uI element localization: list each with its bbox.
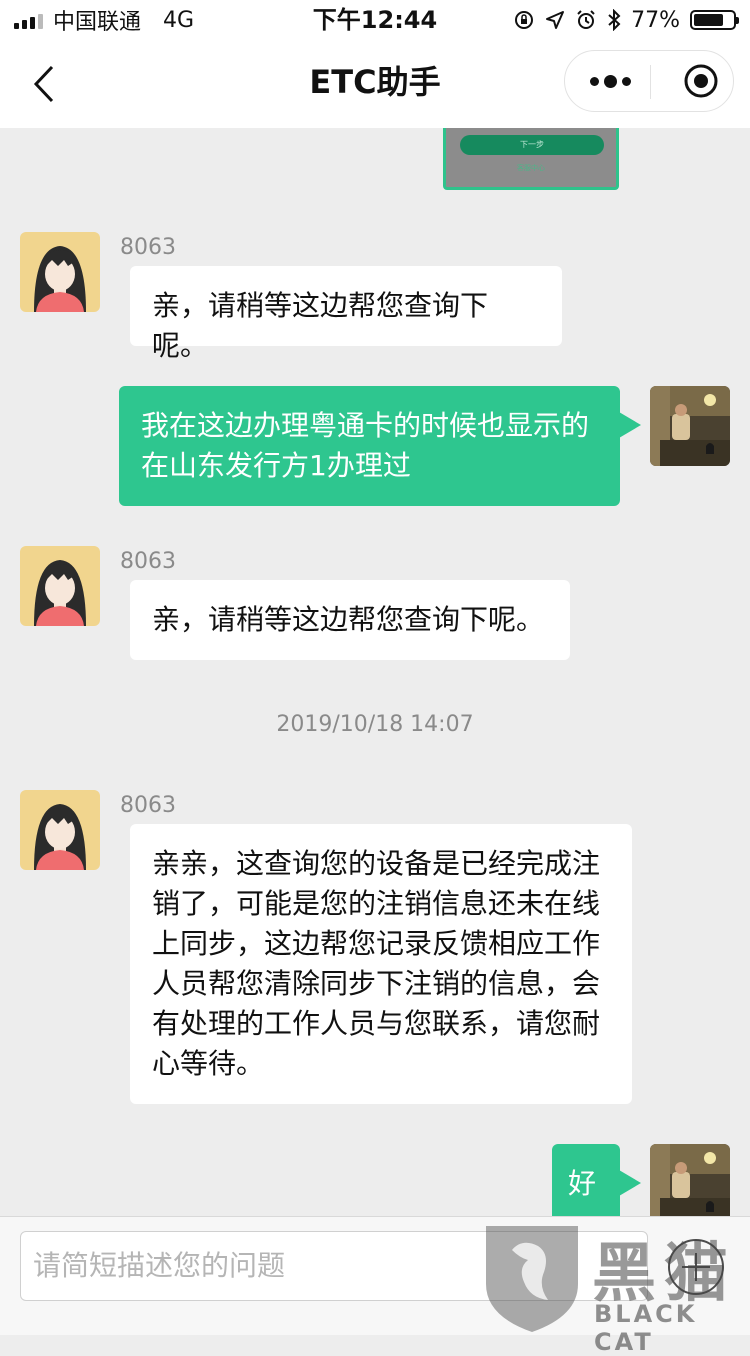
message-text: 亲，请稍等这边帮您查询下呢。 [152, 603, 545, 636]
dot [589, 76, 599, 86]
girl-avatar-icon [20, 232, 100, 312]
dot [603, 74, 617, 88]
sender-name: 8063 [120, 793, 176, 818]
message-text: 亲亲，这查询您的设备是已经完成注销了，可能是您的注销信息还未在线上同步，这边帮您… [152, 847, 601, 1080]
user-avatar[interactable] [650, 386, 730, 466]
chat-timestamp: 2019/10/18 14:07 [276, 712, 474, 737]
location-icon [546, 11, 565, 29]
photo-avatar-icon [650, 386, 730, 466]
agent-avatar[interactable] [20, 546, 100, 626]
alarm-icon [577, 10, 595, 29]
chat-area[interactable]: 下一步 客服中心 8063 亲，请稍等这边帮您查询下呢。 我在这边办理粤通卡的时… [0, 128, 750, 1216]
image-link-text: 客服中心 [517, 164, 545, 172]
dot [621, 76, 631, 86]
girl-avatar-icon [20, 790, 100, 870]
battery-percent: 77% [631, 7, 680, 33]
status-bar-right: 77% [513, 6, 739, 34]
message-text: 亲，请稍等这边帮您查询下呢。 [152, 289, 489, 362]
photo-avatar-icon [650, 1144, 730, 1216]
image-message[interactable]: 下一步 客服中心 [443, 128, 619, 190]
battery-level [694, 14, 724, 26]
agent-avatar[interactable] [20, 790, 100, 870]
message-text: 好 [568, 1167, 597, 1200]
close-miniprogram-button[interactable] [681, 61, 721, 101]
message-bubble-outgoing[interactable]: 我在这边办理粤通卡的时候也显示的在山东发行方1办理过 [119, 386, 641, 506]
watermark-brand-en: BLACK CAT [594, 1300, 698, 1356]
cat-shield-logo [486, 1226, 578, 1332]
message-bubble-incoming[interactable]: 亲，请稍等这边帮您查询下呢。 [130, 580, 570, 660]
more-button[interactable] [575, 51, 645, 111]
user-avatar[interactable] [650, 1144, 730, 1216]
message-bubble-incoming[interactable]: 亲，请稍等这边帮您查询下呢。 [130, 266, 562, 362]
navigation-bar: ETC助手 [0, 40, 750, 128]
message-bubble-outgoing[interactable]: 好 [552, 1144, 641, 1216]
sender-name: 8063 [120, 235, 176, 260]
girl-avatar-icon [20, 546, 100, 626]
capsule-divider [650, 65, 651, 99]
message-text: 我在这边办理粤通卡的时候也显示的在山东发行方1办理过 [141, 409, 590, 482]
orientation-lock-icon [515, 11, 534, 29]
battery-icon [690, 10, 739, 30]
black-cat-watermark: 黑猫 BLACK CAT [478, 1220, 750, 1356]
miniprogram-capsule [564, 50, 734, 112]
message-bubble-incoming[interactable]: 亲亲，这查询您的设备是已经完成注销了，可能是您的注销信息还未在线上同步，这边帮您… [130, 824, 632, 1104]
target-close-icon [684, 64, 718, 98]
status-bar: 中国联通 4G 下午12:44 77% [0, 0, 750, 40]
image-next-button-text: 下一步 [460, 135, 604, 155]
sender-name: 8063 [120, 549, 176, 574]
agent-avatar[interactable] [20, 232, 100, 312]
bluetooth-icon [608, 9, 621, 31]
